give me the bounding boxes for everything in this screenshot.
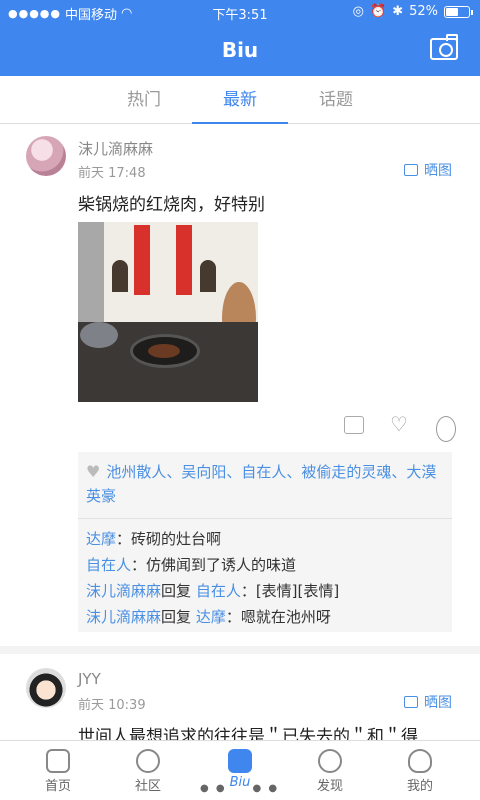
username[interactable]: 沫儿滴麻麻 (78, 138, 153, 159)
post-text: 世间人最想追求的往往是＂已失去的＂和＂得 (78, 727, 418, 740)
tab-topics[interactable]: 话题 (288, 76, 384, 124)
bluetooth-icon: ✱ (392, 4, 404, 19)
likers-list: ♥ 池州散人、吴向阳、自在人、被偷走的灵魂、大漠英豪 (86, 460, 442, 508)
comment-author[interactable]: 自在人 (86, 556, 131, 574)
comment-text: ：嗯就在池州呀 (225, 608, 331, 626)
comment-icon[interactable] (436, 416, 456, 442)
avatar[interactable] (26, 136, 66, 176)
comment-text: ：砖砌的灶台啊 (116, 530, 222, 548)
photo-icon (404, 164, 418, 176)
comment-item[interactable]: 达摩：砖砌的灶台啊 (86, 526, 444, 552)
divider (78, 518, 452, 519)
image-couplet (176, 225, 192, 295)
post-separator (0, 646, 480, 654)
username[interactable]: JYY (78, 670, 101, 688)
post: 沫儿滴麻麻 前天 17:48 晒图 柴锅烧的红烧肉，好特别 ♡ ♥ 池州散人、吴… (0, 124, 480, 654)
tab-latest[interactable]: 最新 (192, 76, 288, 124)
battery-icon (444, 5, 473, 18)
alarm-icon: ⏰ (370, 4, 387, 19)
image-tile (78, 222, 104, 322)
post: JYY 前天 10:39 晒图 世间人最想追求的往往是＂已失去的＂和＂得 (0, 656, 480, 740)
feed: 沫儿滴麻麻 前天 17:48 晒图 柴锅烧的红烧肉，好特别 ♡ ♥ 池州散人、吴… (0, 124, 480, 740)
tab-hot[interactable]: 热门 (96, 76, 192, 124)
nav-home[interactable]: 首页 (10, 741, 106, 800)
battery-percent: 52% (409, 4, 438, 19)
dots-indicator: ● ● ● ● (200, 783, 280, 794)
home-icon (46, 749, 70, 773)
share-photo-label: 晒图 (424, 163, 452, 179)
nav-mine[interactable]: 我的 (372, 741, 468, 800)
post-text: 柴锅烧的红烧肉，好特别 (78, 195, 265, 215)
nav-label: 我的 (406, 779, 433, 794)
reply-label: 回复 (161, 582, 192, 600)
nav-label: 社区 (134, 779, 161, 794)
likers-text[interactable]: 池州散人、吴向阳、自在人、被偷走的灵魂、大漠英豪 (86, 463, 436, 505)
share-photo-label: 晒图 (424, 695, 452, 711)
post-time: 前天 10:39 (78, 698, 146, 713)
comment-author[interactable]: 达摩 (86, 530, 116, 548)
nav-community[interactable]: 社区 (100, 741, 196, 800)
likes-and-comments: ♥ 池州散人、吴向阳、自在人、被偷走的灵魂、大漠英豪 达摩：砖砌的灶台啊 自在人：… (78, 452, 452, 632)
heart-icon: ♥ (86, 462, 101, 481)
nav-label: 首页 (44, 779, 71, 794)
reply-target[interactable]: 达摩 (196, 608, 226, 626)
image-pot (80, 322, 118, 348)
comment-author[interactable]: 沫儿滴麻麻 (86, 582, 161, 600)
lock-rotation-icon: ◎ (352, 4, 364, 19)
post-actions (344, 412, 456, 442)
image-niche (200, 260, 216, 292)
chat-icon (136, 749, 160, 773)
comments: 达摩：砖砌的灶台啊 自在人：仿佛闻到了诱人的味道 沫儿滴麻麻回复 自在人：[表情… (86, 526, 444, 630)
bottom-nav: 首页 社区 Biu 发现 我的 ● ● ● ● (0, 740, 480, 800)
photo-icon (404, 696, 418, 708)
comment-item[interactable]: 自在人：仿佛闻到了诱人的味道 (86, 552, 444, 578)
top-bar: ●●●●● 中国移动 ◠ 下午3:51 ◎ ⏰ ✱ 52% Biu (0, 0, 480, 76)
comment-text: ：仿佛闻到了诱人的味道 (131, 556, 297, 574)
comment-author[interactable]: 沫儿滴麻麻 (86, 608, 161, 626)
avatar[interactable] (26, 668, 66, 708)
page-title: Biu (221, 38, 259, 62)
comment-text: ：[表情][表情] (240, 582, 340, 600)
user-icon (408, 749, 432, 773)
reply-label: 回复 (161, 608, 192, 626)
biu-icon (228, 749, 252, 773)
status-bar: ●●●●● 中国移动 ◠ 下午3:51 ◎ ⏰ ✱ 52% (0, 0, 480, 24)
tabs: 热门 最新 话题 (0, 76, 480, 124)
status-right: ◎ ⏰ ✱ 52% (352, 4, 473, 19)
post-time: 前天 17:48 (78, 166, 146, 181)
post-image[interactable] (78, 222, 258, 402)
camera-icon[interactable] (430, 34, 458, 60)
nav-label: 发现 (316, 779, 343, 794)
nav-discover[interactable]: 发现 (282, 741, 378, 800)
compass-icon (318, 749, 342, 773)
share-photo-tag[interactable]: 晒图 (404, 160, 452, 180)
comment-item[interactable]: 沫儿滴麻麻回复 自在人：[表情][表情] (86, 578, 444, 604)
heart-icon[interactable] (390, 412, 410, 436)
share-icon[interactable] (344, 416, 364, 434)
image-meat (148, 344, 180, 358)
comment-item[interactable]: 沫儿滴麻麻回复 达摩：嗯就在池州呀 (86, 604, 444, 630)
image-couplet (134, 225, 150, 295)
reply-target[interactable]: 自在人 (196, 582, 241, 600)
share-photo-tag[interactable]: 晒图 (404, 692, 452, 712)
image-niche (112, 260, 128, 292)
